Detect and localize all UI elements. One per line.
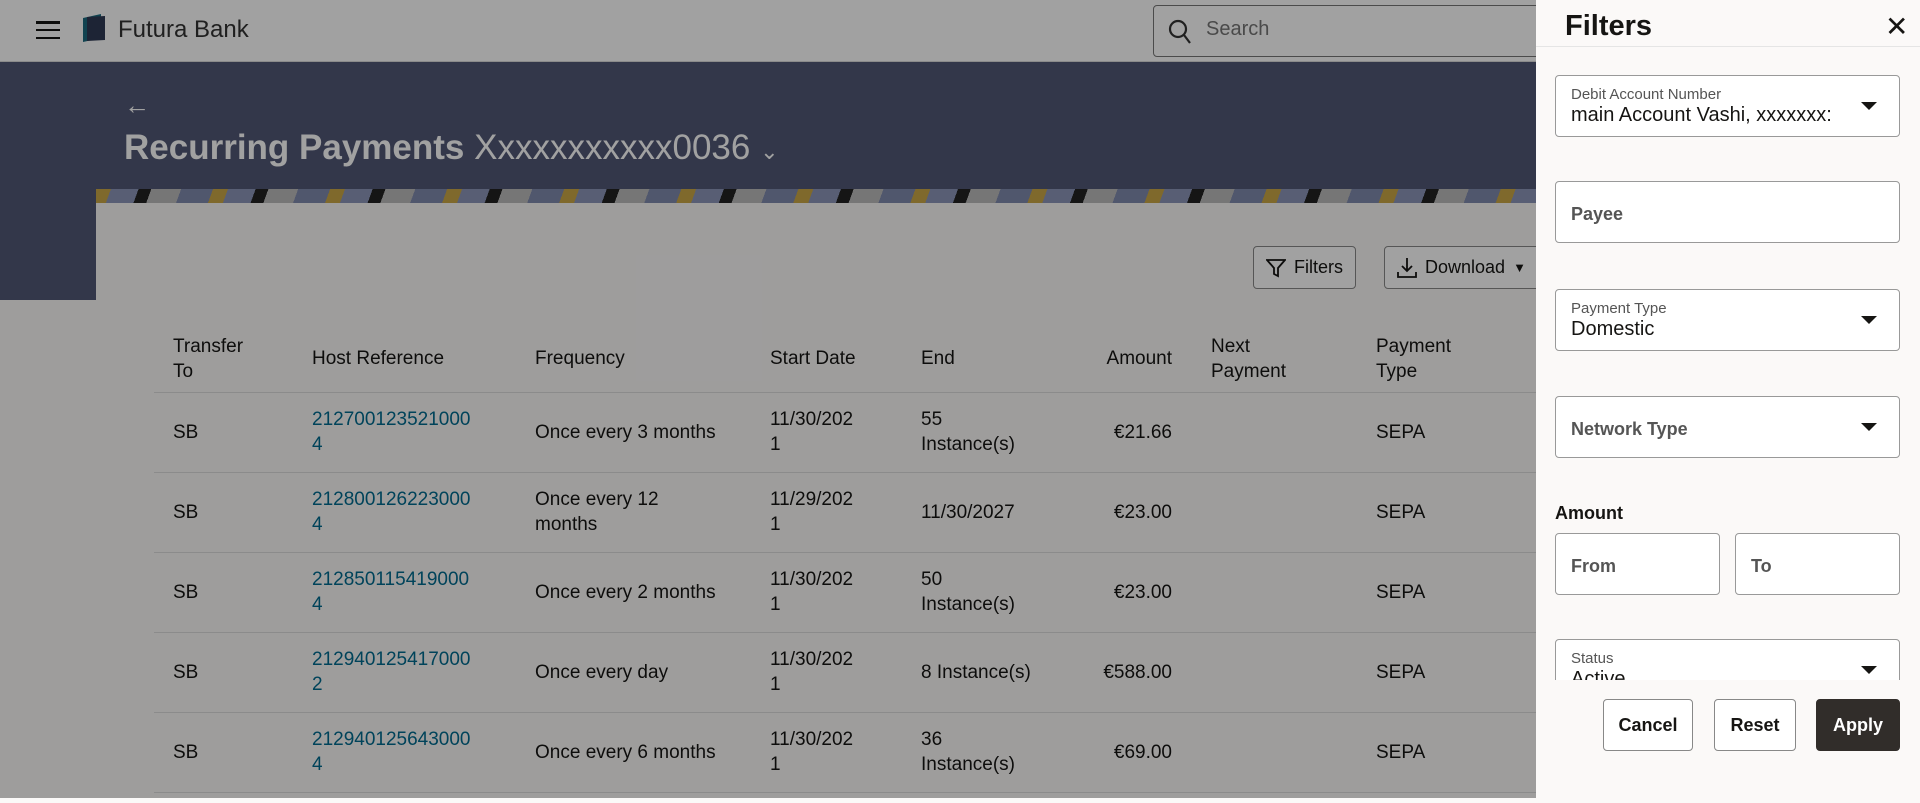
modal-backdrop[interactable] [0, 0, 1536, 798]
caret-down-icon [1861, 102, 1877, 110]
caret-down-icon [1861, 423, 1877, 431]
divider [1536, 46, 1920, 47]
status-value: Active [1571, 668, 1626, 680]
from-placeholder: From [1571, 556, 1616, 576]
reset-button[interactable]: Reset [1714, 699, 1796, 751]
debit-account-label: Debit Account Number [1571, 86, 1722, 103]
apply-button[interactable]: Apply [1816, 699, 1900, 751]
amount-label: Amount [1555, 503, 1623, 523]
payee-placeholder: Payee [1571, 204, 1624, 224]
caret-down-icon [1861, 666, 1877, 674]
amount-from-input[interactable]: From [1555, 533, 1720, 595]
to-placeholder: To [1751, 556, 1772, 576]
status-field-clip: Status Active [1536, 639, 1920, 680]
debit-account-value: main Account Vashi, xxxxxxx: [1571, 104, 1831, 126]
payment-type-value: Domestic [1571, 318, 1655, 340]
payee-input[interactable]: Payee [1555, 181, 1900, 243]
status-select[interactable]: Status Active [1555, 639, 1900, 680]
filters-title: Filters [1565, 10, 1653, 42]
payment-type-label: Payment Type [1571, 300, 1667, 317]
cancel-button[interactable]: Cancel [1603, 699, 1693, 751]
amount-to-input[interactable]: To [1735, 533, 1900, 595]
payment-type-select[interactable]: Payment Type Domestic [1555, 289, 1900, 351]
filters-panel: Filters ✕ Debit Account Number main Acco… [1536, 0, 1920, 798]
network-type-select[interactable]: Network Type [1555, 396, 1900, 458]
debit-account-select[interactable]: Debit Account Number main Account Vashi,… [1555, 75, 1900, 137]
caret-down-icon [1861, 316, 1877, 324]
network-type-placeholder: Network Type [1571, 419, 1688, 439]
status-label: Status [1571, 650, 1614, 667]
close-icon[interactable]: ✕ [1885, 10, 1908, 43]
